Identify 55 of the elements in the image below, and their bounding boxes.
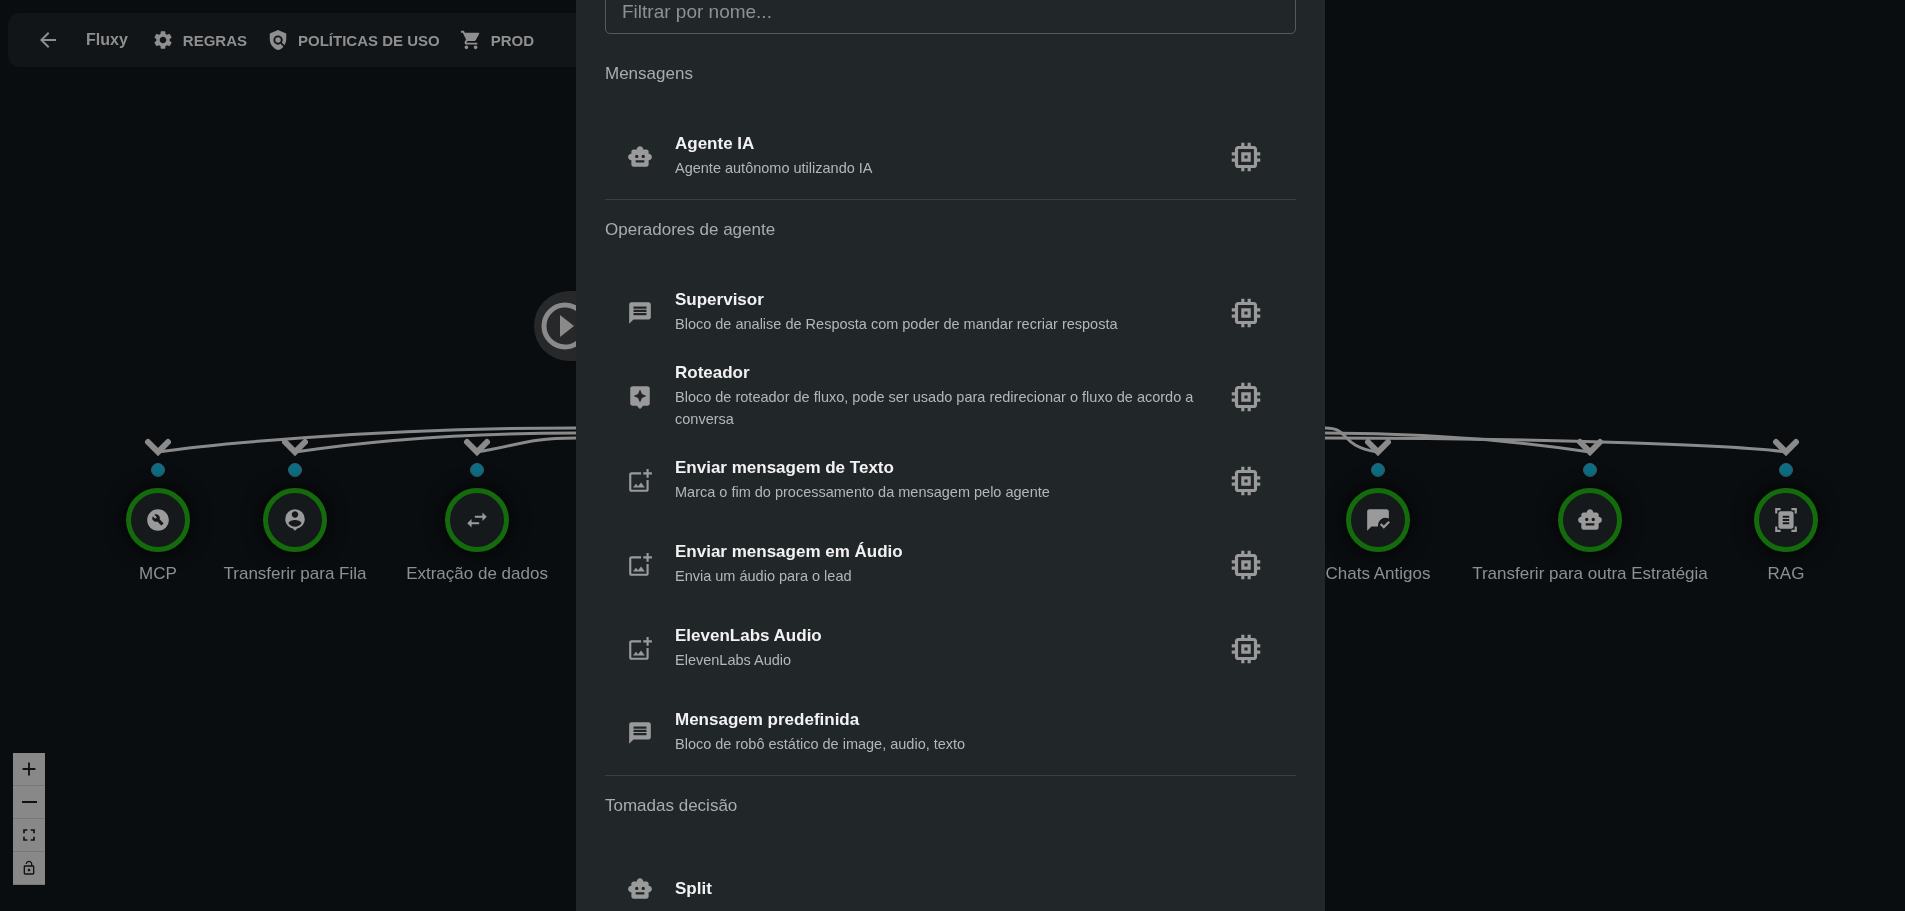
toolbar-link[interactable]: REGRAS [182,31,247,49]
block-title[interactable]: ElevenLabs Audio [675,626,1216,647]
block-icon [627,384,653,410]
block-title[interactable]: Split [675,879,1296,899]
block-description: ElevenLabs Audio [675,651,793,671]
connection-handle[interactable] [1371,463,1385,477]
start-node[interactable] [534,291,576,361]
connection-handle[interactable] [1779,463,1793,477]
flow-title: Fluxy [86,31,128,49]
block-icon [627,468,653,494]
node-label: Chats Antigos [1325,564,1431,584]
toolbar-link[interactable]: PROD [490,31,534,49]
block-title[interactable]: Agente IA [675,134,1216,155]
block-description: Agente autônomo utilizando IA [675,159,874,179]
node-label: Transferir para outra Estratégia [1472,564,1708,584]
block-description: Bloco de roteador de fluxo, pode ser usado para redirecionar o fluxo de acordo a conversa [675,388,1195,429]
node-label: MCP [139,564,177,584]
block-icon [627,636,653,662]
section-heading: Tomadas decisão [605,796,739,816]
section-heading: Mensagens [605,64,694,84]
play-icon [540,301,576,351]
node-icon [145,507,171,533]
cart-icon [459,29,482,51]
block-description: Envia um áudio para o lead [675,567,853,587]
block-icon [627,876,653,902]
shield-icon [267,29,289,51]
toolbar-link[interactable]: POLÍTICAS DE USO [298,31,440,49]
connection-handle[interactable] [1583,463,1597,477]
node-icon [282,507,308,533]
block-title[interactable]: Roteador [675,363,1216,384]
section-heading: Operadores de agente [605,220,777,240]
minus-icon [21,801,37,803]
connection-handle[interactable] [288,463,302,477]
connection-handle[interactable] [470,463,484,477]
block-icon [627,552,653,578]
search-field[interactable]: Filtrar por nome... [605,0,1296,34]
block-title[interactable]: Enviar mensagem em Áudio [675,542,1216,563]
gear-icon [151,29,174,51]
block-icon [627,720,653,746]
node-label: Transferir para Fila [223,564,367,584]
block-icon [627,144,653,170]
node-label: RAG [1767,564,1805,584]
block-title[interactable]: Enviar mensagem de Texto [675,458,1216,479]
node-icon [1773,507,1799,533]
block-description: Marca o fim do processamento da mensagem pelo agente [675,483,1051,503]
connection-handle[interactable] [151,463,165,477]
block-description: Bloco de analise de Resposta com poder de mandar recriar resposta [675,315,1119,335]
block-description: Bloco de robô estático de image, audio, texto [675,735,967,755]
node-icon [1577,507,1603,533]
unlocked-padlock-icon [21,860,37,876]
node-icon [1365,507,1391,533]
block-title[interactable]: Mensagem predefinida [675,710,1296,731]
block-icon [627,300,653,326]
block-title[interactable]: Supervisor [675,290,1216,311]
node-label: Extração de dados [406,564,548,584]
